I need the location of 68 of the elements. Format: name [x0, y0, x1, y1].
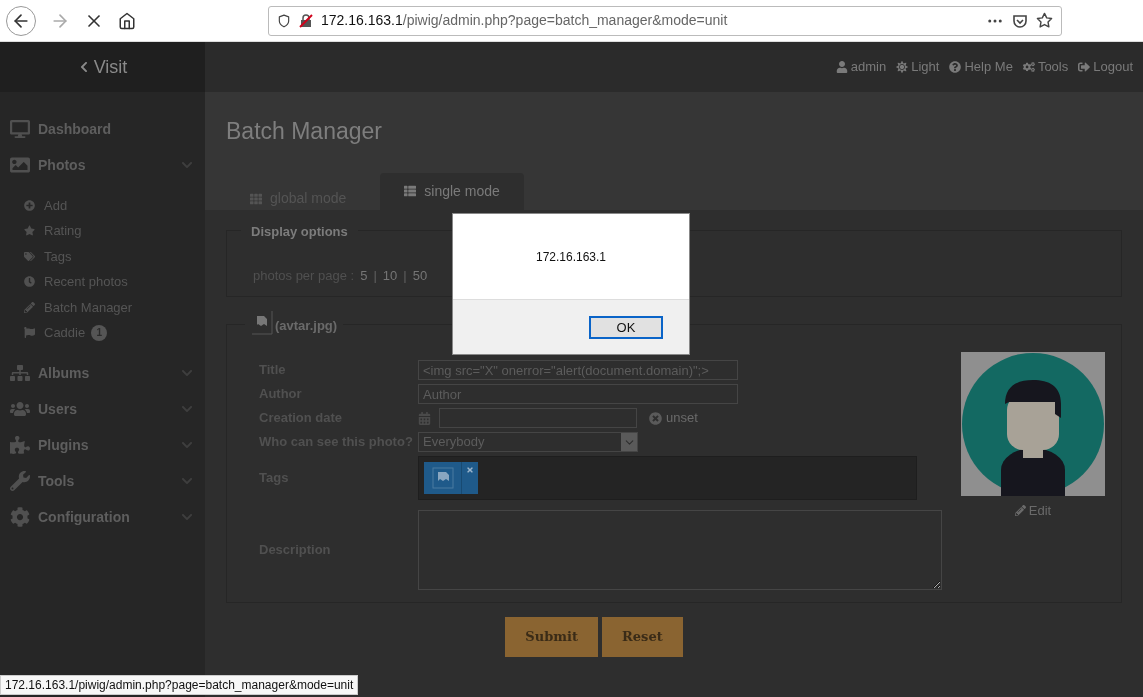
page-size-link[interactable]: 50	[412, 266, 428, 286]
page-size-link[interactable]: 10	[382, 266, 398, 286]
status-url: 172.16.163.1/piwig/admin.php?page=batch_manager&mode=unit	[0, 675, 359, 695]
chevron-icon[interactable]	[181, 511, 193, 523]
submit-button[interactable]: Submit	[505, 617, 598, 657]
sidebar-item[interactable]: Tools	[0, 470, 205, 492]
hierarchy-icon	[10, 363, 30, 383]
alert-message: 172.16.163.1	[535, 249, 607, 266]
visit-link[interactable]: Visit	[77, 53, 128, 81]
sidebar-item[interactable]: Users	[0, 398, 205, 420]
broken-image-icon	[251, 311, 273, 335]
list-icon	[404, 185, 417, 197]
grid-icon	[250, 192, 262, 205]
tags-field[interactable]	[418, 456, 917, 500]
clock-icon	[24, 276, 35, 288]
sidebar-item[interactable]: Dashboard	[0, 118, 205, 140]
home-button[interactable]	[118, 11, 136, 30]
photo-filename: (avtar.jpg)	[275, 316, 338, 335]
tag-chip[interactable]	[424, 462, 478, 494]
bookmark-star-icon[interactable]	[1036, 12, 1053, 29]
topbar-link[interactable]: Light	[896, 57, 940, 77]
gears-icon	[1022, 61, 1035, 73]
chevron-icon[interactable]	[181, 403, 193, 415]
wrench-icon	[10, 471, 30, 491]
pocket-icon[interactable]	[1012, 12, 1028, 29]
shield-icon	[277, 13, 291, 28]
sidebar-item[interactable]: Configuration	[0, 506, 205, 528]
reset-button[interactable]: Reset	[602, 617, 683, 657]
sidebar-item[interactable]: Photos	[0, 154, 205, 176]
monitor-icon	[10, 119, 30, 139]
topbar-link[interactable]: Tools	[1022, 57, 1069, 77]
sidebar-item[interactable]: Plugins	[0, 434, 205, 456]
plus-icon	[24, 199, 35, 211]
separator: |	[373, 267, 377, 285]
settings-icon	[10, 507, 30, 527]
url-text: 172.16.163.1/piwig/admin.php?page=batch_manager&mode=unit	[321, 11, 728, 30]
puzzle-icon	[10, 435, 30, 455]
chevron-icon[interactable]	[181, 367, 193, 379]
chevron-icon[interactable]	[181, 475, 193, 487]
user-icon	[835, 61, 848, 73]
chevron-icon[interactable]	[181, 159, 193, 171]
unset-link[interactable]: unset	[649, 408, 698, 428]
sun-icon	[896, 61, 909, 73]
address-bar[interactable]: 172.16.163.1/piwig/admin.php?page=batch_manager&mode=unit	[268, 5, 1062, 36]
help-icon	[949, 61, 962, 73]
pencil-icon	[24, 301, 35, 313]
separator: |	[403, 267, 407, 285]
insecure-lock-icon	[299, 13, 313, 28]
flag-icon	[24, 327, 35, 339]
sidebar-item[interactable]: Albums	[0, 362, 205, 384]
topbar-link[interactable]: admin	[835, 57, 887, 77]
logout-icon	[1078, 61, 1091, 73]
topbar-link[interactable]: Help Me	[949, 57, 1013, 77]
page-title: Batch Manager	[226, 117, 383, 146]
edit-link[interactable]: Edit	[1014, 501, 1052, 521]
tag-icon	[24, 250, 35, 262]
image-icon	[10, 155, 30, 175]
star-icon	[24, 225, 35, 237]
topbar-link[interactable]: Logout	[1078, 57, 1133, 77]
broken-image-icon	[431, 467, 454, 489]
users-icon	[10, 399, 30, 419]
remove-tag-icon[interactable]	[466, 466, 474, 474]
chevron-icon[interactable]	[181, 439, 193, 451]
description-field[interactable]	[418, 510, 942, 590]
pencil-icon	[1014, 505, 1026, 517]
calendar-icon[interactable]	[418, 411, 431, 425]
ok-button[interactable]: OK	[589, 315, 663, 339]
page-size-link[interactable]: 5	[360, 266, 368, 286]
